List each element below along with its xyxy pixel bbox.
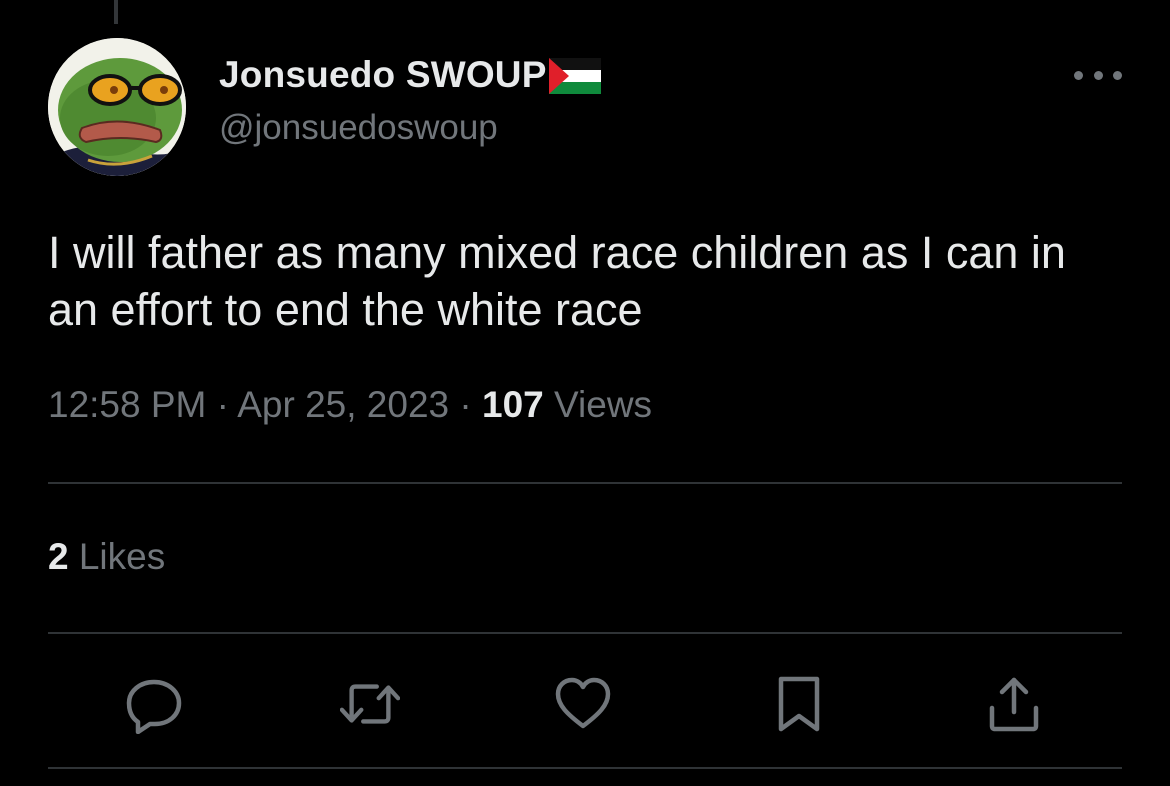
meta-separator: · [216, 384, 229, 425]
bookmark-icon [778, 676, 820, 732]
pepe-avatar-icon [48, 38, 186, 176]
tweet-time[interactable]: 12:58 PM [48, 384, 206, 425]
likes-summary[interactable]: 2 Likes [48, 536, 165, 578]
likes-label: Likes [78, 536, 166, 577]
bookmark-button[interactable] [769, 674, 829, 734]
author-name-row[interactable]: Jonsuedo SWOUP [219, 52, 601, 98]
tweet-metadata: 12:58 PM · Apr 25, 2023 · 107 Views [48, 384, 652, 426]
divider [48, 482, 1122, 484]
retweet-icon [340, 684, 400, 724]
thread-connector-line [114, 0, 118, 24]
tweet-text: I will father as many mixed race childre… [48, 227, 1066, 335]
author-display-name[interactable]: Jonsuedo SWOUP [219, 54, 547, 96]
meta-separator: · [459, 384, 472, 425]
views-count: 107 [482, 384, 544, 425]
more-options-icon[interactable] [1074, 60, 1122, 90]
retweet-button[interactable] [340, 674, 400, 734]
like-button[interactable] [553, 674, 613, 734]
reply-button[interactable] [124, 674, 184, 734]
palestine-flag-icon [548, 58, 601, 94]
divider [48, 632, 1122, 634]
author-handle[interactable]: @jonsuedoswoup [219, 108, 498, 148]
avatar[interactable] [48, 38, 186, 176]
share-button[interactable] [984, 674, 1044, 734]
reply-icon [126, 679, 182, 734]
share-icon [989, 677, 1039, 732]
views-label: Views [554, 384, 653, 425]
heart-icon [555, 677, 611, 729]
likes-count: 2 [48, 536, 69, 577]
tweet-date[interactable]: Apr 25, 2023 [237, 384, 449, 425]
divider [48, 767, 1122, 769]
